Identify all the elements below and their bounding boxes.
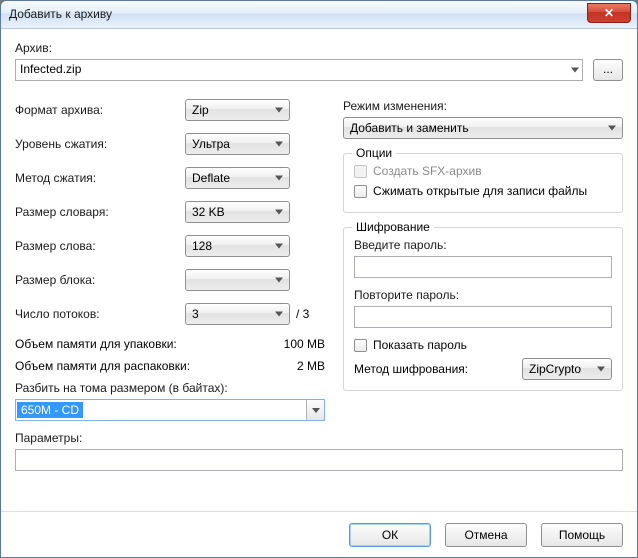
chevron-down-icon <box>275 312 283 317</box>
chevron-down-icon <box>275 210 283 215</box>
show-password-label: Показать пароль <box>373 338 467 352</box>
mode-value: Добавить и заменить <box>350 121 469 135</box>
left-column: Формат архива: Zip Уровень сжатия: Ультр… <box>15 99 325 421</box>
method-label: Метод сжатия: <box>15 171 185 185</box>
columns: Формат архива: Zip Уровень сжатия: Ультр… <box>15 99 623 421</box>
mode-label: Режим изменения: <box>343 99 623 113</box>
encryption-group: Шифрование Введите пароль: Повторите пар… <box>343 227 623 391</box>
compress-open-checkbox[interactable] <box>354 185 367 198</box>
params-label: Параметры: <box>15 431 623 445</box>
password2-input[interactable] <box>354 306 612 328</box>
level-select[interactable]: Ультра <box>185 133 290 155</box>
client-area: Архив: Infected.zip ... Формат архива: Z… <box>7 35 631 511</box>
params-input[interactable] <box>15 449 623 471</box>
threads-label: Число потоков: <box>15 307 185 321</box>
volumes-label: Разбить на тома размером (в байтах): <box>15 381 325 395</box>
encryption-legend: Шифрование <box>352 220 434 234</box>
options-legend: Опции <box>352 146 396 160</box>
right-column: Режим изменения: Добавить и заменить Опц… <box>343 99 623 421</box>
options-group: Опции Создать SFX-архив Сжимать открытые… <box>343 153 623 213</box>
password-label: Введите пароль: <box>354 238 612 252</box>
volumes-combo[interactable]: 650M - CD <box>15 399 325 421</box>
chevron-down-icon <box>608 126 616 131</box>
method-value: Deflate <box>192 171 230 185</box>
update-mode-select[interactable]: Добавить и заменить <box>343 117 623 139</box>
titlebar: Добавить к архиву ✕ <box>1 1 637 29</box>
archive-combo[interactable]: Infected.zip <box>15 59 583 81</box>
archive-row: Infected.zip ... <box>15 59 623 81</box>
chevron-down-icon <box>275 108 283 113</box>
chevron-down-icon <box>275 244 283 249</box>
format-value: Zip <box>192 103 209 117</box>
sfx-checkbox <box>354 165 367 178</box>
close-button[interactable]: ✕ <box>587 3 631 23</box>
method-select[interactable]: Deflate <box>185 167 290 189</box>
password-input[interactable] <box>354 256 612 278</box>
add-to-archive-dialog: Добавить к архиву ✕ Архив: Infected.zip … <box>0 0 638 558</box>
volumes-value: 650M - CD <box>17 402 83 418</box>
sfx-label: Создать SFX-архив <box>373 164 482 178</box>
mem-unpack-label: Объем памяти для распаковки: <box>15 359 190 373</box>
close-icon: ✕ <box>604 6 614 20</box>
dict-select[interactable]: 32 KB <box>185 201 290 223</box>
window-title: Добавить к архиву <box>9 7 112 21</box>
word-label: Размер слова: <box>15 239 185 253</box>
compress-open-label: Сжимать открытые для записи файлы <box>373 184 587 198</box>
block-label: Размер блока: <box>15 273 185 287</box>
format-select[interactable]: Zip <box>185 99 290 121</box>
chevron-down-icon <box>597 367 605 372</box>
format-label: Формат архива: <box>15 103 185 117</box>
block-select[interactable] <box>185 269 290 291</box>
word-value: 128 <box>192 239 212 253</box>
chevron-down-icon <box>275 176 283 181</box>
enc-method-select[interactable]: ZipCrypto <box>522 358 612 380</box>
browse-button[interactable]: ... <box>593 59 623 81</box>
help-button[interactable]: Помощь <box>541 523 623 547</box>
level-value: Ультра <box>192 137 230 151</box>
enc-method-label: Метод шифрования: <box>354 362 522 376</box>
threads-max: / 3 <box>296 307 309 321</box>
chevron-down-icon <box>275 278 283 283</box>
show-password-checkbox[interactable] <box>354 339 367 352</box>
threads-select[interactable]: 3 <box>185 303 290 325</box>
cancel-button[interactable]: Отмена <box>445 523 527 547</box>
mem-unpack-value: 2 MB <box>297 359 325 373</box>
chevron-down-icon <box>312 408 320 413</box>
dialog-footer: ОК Отмена Помощь <box>1 511 637 557</box>
archive-label: Архив: <box>15 41 623 55</box>
chevron-down-icon <box>275 142 283 147</box>
dict-value: 32 KB <box>192 205 225 219</box>
password2-label: Повторите пароль: <box>354 288 612 302</box>
word-select[interactable]: 128 <box>185 235 290 257</box>
ok-button[interactable]: ОК <box>349 523 431 547</box>
enc-method-value: ZipCrypto <box>529 362 581 376</box>
threads-value: 3 <box>192 307 199 321</box>
level-label: Уровень сжатия: <box>15 137 185 151</box>
mem-pack-value: 100 MB <box>284 337 325 351</box>
volumes-dropdown-button[interactable] <box>306 400 324 420</box>
chevron-down-icon <box>571 68 579 73</box>
dict-label: Размер словаря: <box>15 205 185 219</box>
mem-pack-label: Объем памяти для упаковки: <box>15 337 177 351</box>
archive-input[interactable]: Infected.zip <box>15 59 583 81</box>
